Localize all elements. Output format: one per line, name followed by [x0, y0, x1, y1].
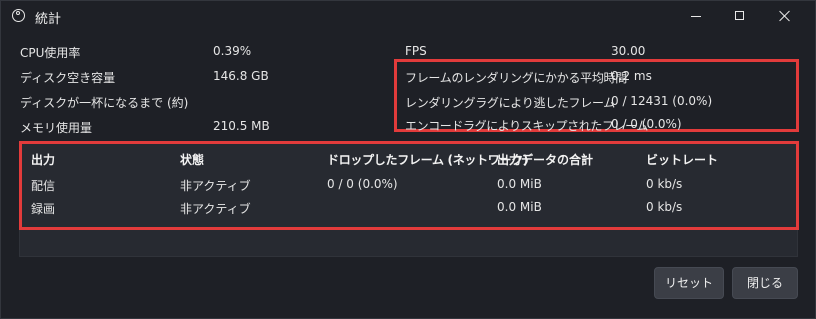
obs-logo-icon [12, 9, 25, 22]
render-time-value: 0.2 ms [611, 69, 652, 83]
row-record-output: 録画 [31, 202, 56, 216]
row-stream-total: 0.0 MiB [497, 177, 542, 191]
row-stream-output: 配信 [31, 179, 56, 193]
close-window-button[interactable] [762, 1, 808, 31]
cpu-usage-value: 0.39% [213, 44, 252, 58]
title-bar[interactable]: 統計 [1, 1, 815, 31]
stats-window: 統計 CPU使用率 0.39% ディスク空き容量 146.8 GB ディスクが一… [0, 0, 816, 319]
close-button[interactable]: 閉じる [732, 267, 798, 299]
header-output: 出力 [31, 153, 56, 167]
cpu-usage-label: CPU使用率 [20, 46, 81, 60]
memory-usage-value: 210.5 MB [213, 119, 270, 133]
row-stream-status: 非アクティブ [180, 179, 251, 193]
reset-button[interactable]: リセット [654, 267, 724, 299]
close-icon [778, 9, 792, 23]
render-time-label: フレームのレンダリングにかかる平均時間 [405, 71, 627, 85]
disk-full-label: ディスクが一杯になるまで (約) [20, 96, 189, 110]
minimize-icon [691, 16, 701, 17]
maximize-icon [735, 11, 744, 20]
row-record-bitrate: 0 kb/s [646, 200, 683, 214]
disk-space-label: ディスク空き容量 [20, 71, 116, 85]
row-record-total: 0.0 MiB [497, 200, 542, 214]
fps-label: FPS [405, 44, 427, 58]
minimize-button[interactable] [673, 1, 719, 31]
disk-space-value: 146.8 GB [213, 69, 269, 83]
header-total-data: 出力データの合計 [497, 153, 594, 167]
row-record-status: 非アクティブ [180, 202, 251, 216]
render-lag-label: レンダリングラグにより逃したフレーム [405, 96, 616, 110]
fps-value: 30.00 [611, 44, 646, 58]
window-title: 統計 [35, 12, 62, 27]
row-stream-bitrate: 0 kb/s [646, 177, 683, 191]
memory-usage-label: メモリ使用量 [20, 121, 93, 135]
encode-lag-value: 0 / 0 (0.0%) [611, 117, 682, 131]
row-stream-dropped: 0 / 0 (0.0%) [327, 177, 398, 191]
header-bitrate: ビットレート [646, 153, 719, 167]
render-lag-value: 0 / 12431 (0.0%) [611, 94, 713, 108]
header-status: 状態 [180, 153, 205, 167]
maximize-button[interactable] [717, 1, 763, 31]
